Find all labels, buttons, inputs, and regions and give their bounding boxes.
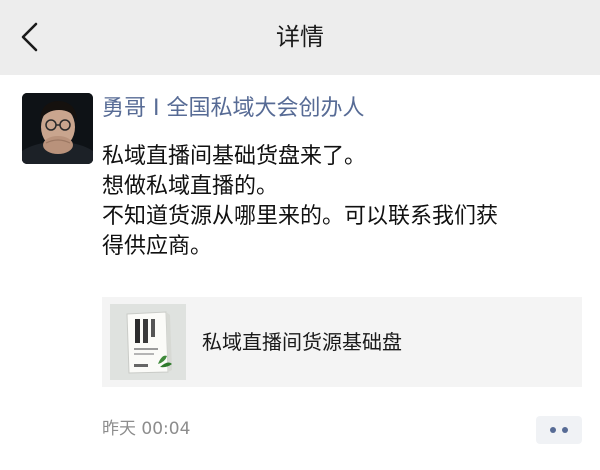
nav-bar: 详情 (0, 0, 600, 75)
more-dots-icon (550, 427, 556, 433)
shared-link-card[interactable]: 私域直播间货源基础盘 (102, 297, 582, 387)
post-text: 私域直播间基础货盘来了。 想做私域直播的。 不知道货源从哪里来的。可以联系我们获… (102, 142, 582, 262)
post-text-line: 私域直播间基础货盘来了。 (102, 144, 367, 169)
chevron-left-icon (21, 22, 38, 52)
post-text-line: 得供应商。 (102, 234, 213, 259)
avatar-portrait-image (22, 93, 93, 164)
back-button[interactable] (10, 17, 50, 57)
avatar[interactable] (22, 93, 93, 164)
link-thumbnail (110, 304, 186, 380)
link-card-title: 私域直播间货源基础盘 (202, 330, 402, 354)
page-title: 详情 (276, 23, 324, 51)
more-dots-icon (562, 427, 568, 433)
book-cover-image (110, 304, 186, 380)
more-actions-button[interactable] (536, 416, 582, 444)
author-name-link[interactable]: 勇哥 I 全国私域大会创办人 (102, 92, 364, 126)
moment-detail-page: 详情 勇哥 I 全国私域大会创办人 私域直播间基础货盘来了。 想做私域直播的。 … (0, 0, 600, 470)
post-timestamp: 昨天 00:04 (102, 419, 191, 439)
post-text-line: 想做私域直播的。 (102, 174, 279, 199)
post-text-line: 不知道货源从哪里来的。可以联系我们获 (102, 204, 499, 229)
